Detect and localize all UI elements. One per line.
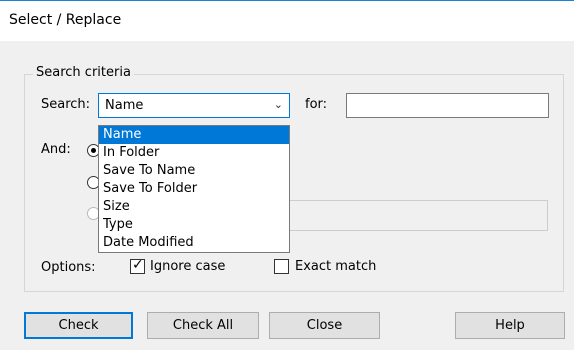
title-bar: Select / Replace bbox=[0, 1, 574, 41]
checkmark-icon: ✓ bbox=[132, 257, 144, 273]
help-button[interactable]: Help bbox=[455, 312, 565, 339]
for-input[interactable] bbox=[346, 93, 549, 118]
window-title: Select / Replace bbox=[9, 12, 122, 28]
replace-value-input[interactable] bbox=[288, 200, 548, 231]
group-label: Search criteria bbox=[33, 65, 134, 80]
check-all-button[interactable]: Check All bbox=[147, 312, 259, 339]
dialog-window: Select / Replace Search criteria Search:… bbox=[0, 0, 574, 350]
exact-match-checkbox[interactable] bbox=[274, 259, 289, 274]
for-label: for: bbox=[305, 97, 328, 112]
dropdown-option-save-to-name[interactable]: Save To Name bbox=[99, 162, 289, 180]
search-field-select[interactable]: Name ⌄ bbox=[98, 93, 290, 118]
dropdown-option-date-modified[interactable]: Date Modified bbox=[99, 234, 289, 252]
dropdown-option-in-folder[interactable]: In Folder bbox=[99, 144, 289, 162]
options-label: Options: bbox=[41, 260, 96, 275]
ignore-case-label: Ignore case bbox=[150, 259, 226, 274]
check-button[interactable]: Check bbox=[24, 312, 133, 339]
search-field-value: Name bbox=[105, 98, 144, 113]
exact-match-label: Exact match bbox=[295, 259, 377, 274]
search-field-dropdown-list[interactable]: Name In Folder Save To Name Save To Fold… bbox=[98, 125, 290, 253]
close-button[interactable]: Close bbox=[269, 312, 380, 339]
chevron-down-icon: ⌄ bbox=[273, 98, 283, 111]
and-label: And: bbox=[41, 142, 71, 157]
dropdown-option-save-to-folder[interactable]: Save To Folder bbox=[99, 180, 289, 198]
dropdown-option-type[interactable]: Type bbox=[99, 216, 289, 234]
search-label: Search: bbox=[41, 97, 91, 112]
ignore-case-checkbox[interactable]: ✓ bbox=[130, 257, 145, 274]
dropdown-option-name[interactable]: Name bbox=[99, 126, 289, 144]
dropdown-option-size[interactable]: Size bbox=[99, 198, 289, 216]
